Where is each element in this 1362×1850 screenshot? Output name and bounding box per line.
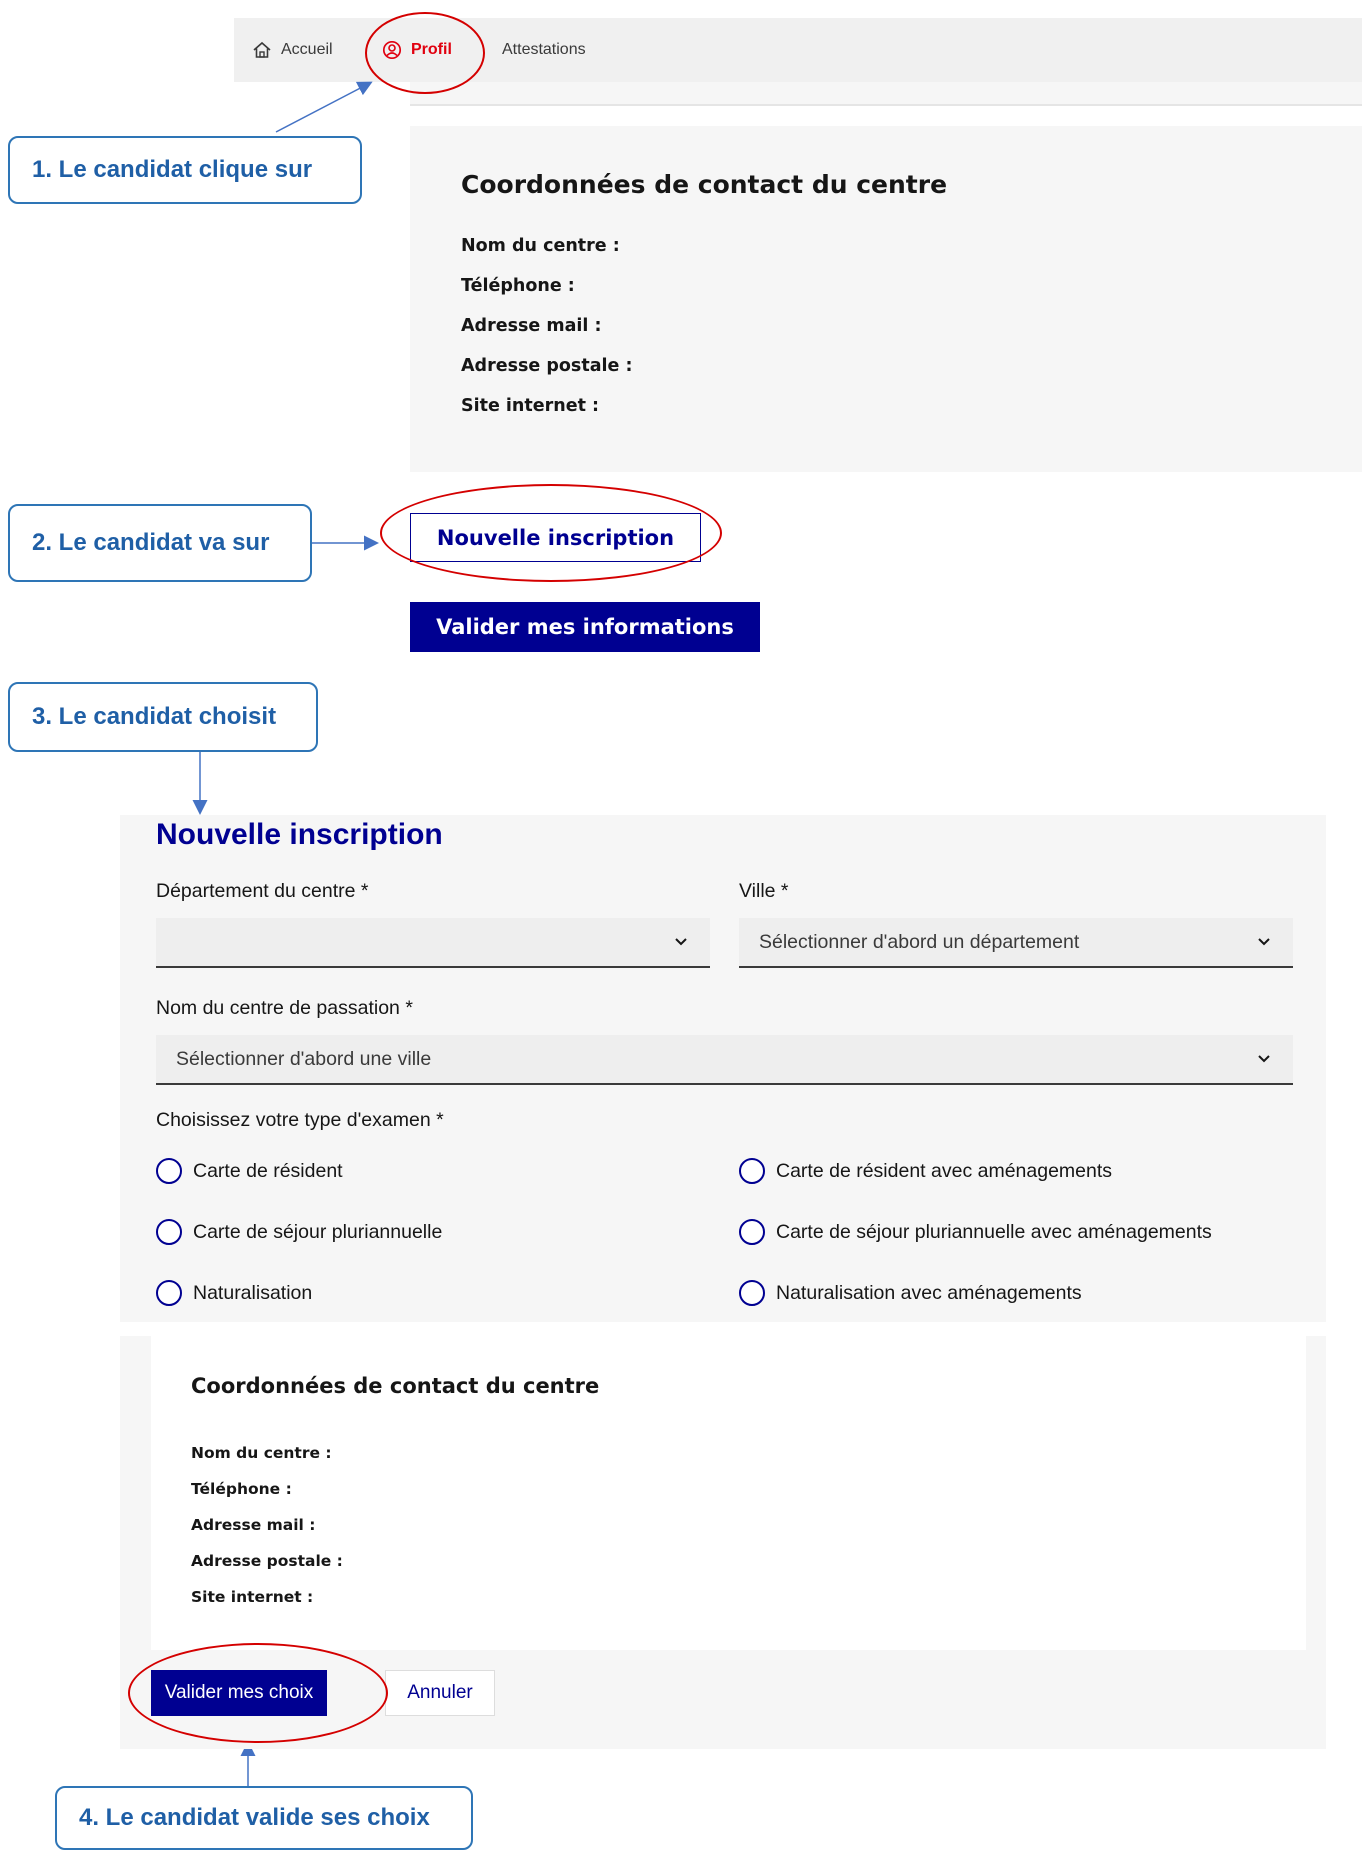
nav-item-accueil[interactable]: Accueil (252, 18, 333, 82)
radio-button[interactable] (739, 1219, 765, 1245)
exam-type-label: Choisissez votre type d'examen * (156, 1109, 444, 1131)
radio-button[interactable] (739, 1280, 765, 1306)
radio-label: Carte de résident avec aménagements (776, 1159, 1113, 1182)
radio-button[interactable] (156, 1280, 182, 1306)
centre-label: Nom du centre de passation * (156, 997, 413, 1019)
chevron-down-icon (675, 938, 687, 946)
form-field-nom-centre: Nom du centre : (191, 1444, 332, 1462)
form-field-site-internet: Site internet : (191, 1588, 314, 1606)
radio-label: Naturalisation (193, 1281, 313, 1304)
radio-button[interactable] (156, 1219, 182, 1245)
field-adresse-postale: Adresse postale : (461, 356, 633, 376)
departement-label: Département du centre * (156, 880, 369, 902)
nav-label-accueil: Accueil (281, 41, 333, 58)
contact-card: Coordonnées de contact du centre Nom du … (410, 126, 1362, 472)
ville-select[interactable]: Sélectionner d'abord un département (739, 918, 1293, 968)
ville-placeholder: Sélectionner d'abord un département (759, 930, 1080, 953)
arrow-step-1 (275, 81, 373, 133)
form-contact-card-title: Coordonnées de contact du centre (191, 1374, 600, 1398)
radio-naturalisation-amenagements[interactable]: Naturalisation avec aménagements (739, 1280, 1082, 1306)
form-field-adresse-mail: Adresse mail : (191, 1516, 316, 1534)
field-telephone: Téléphone : (461, 276, 575, 296)
section-divider (120, 1322, 1326, 1336)
contact-card-title: Coordonnées de contact du centre (461, 170, 948, 199)
radio-carte-resident[interactable]: Carte de résident (156, 1158, 343, 1184)
form-field-adresse-postale: Adresse postale : (191, 1552, 343, 1570)
radio-label: Carte de séjour pluriannuelle (193, 1220, 443, 1243)
field-nom-centre: Nom du centre : (461, 236, 620, 256)
form-field-telephone: Téléphone : (191, 1480, 292, 1498)
field-adresse-mail: Adresse mail : (461, 316, 602, 336)
radio-carte-sejour[interactable]: Carte de séjour pluriannuelle (156, 1219, 442, 1245)
centre-placeholder: Sélectionner d'abord une ville (176, 1047, 432, 1070)
departement-select[interactable] (156, 918, 710, 968)
chevron-down-icon (1258, 938, 1270, 946)
radio-button[interactable] (156, 1158, 182, 1184)
chevron-down-icon (1258, 1055, 1270, 1063)
callout-step-2: 2. Le candidat va sur (8, 504, 312, 582)
ville-label: Ville * (739, 880, 789, 902)
form-contact-card: Coordonnées de contact du centre Nom du … (151, 1336, 1306, 1650)
highlight-ellipse-nouvelle-inscription (380, 484, 722, 582)
radio-carte-resident-amenagements[interactable]: Carte de résident avec aménagements (739, 1158, 1112, 1184)
radio-label: Carte de séjour pluriannuelle avec aména… (776, 1220, 1212, 1243)
radio-label: Carte de résident (193, 1159, 343, 1182)
nav-label-attestations: Attestations (502, 41, 586, 58)
content-top-strip (410, 82, 1362, 106)
radio-label: Naturalisation avec aménagements (776, 1281, 1082, 1304)
highlight-ellipse-profil (365, 12, 485, 94)
highlight-ellipse-valider-choix (128, 1643, 388, 1743)
radio-naturalisation[interactable]: Naturalisation (156, 1280, 312, 1306)
nav-item-attestations[interactable]: Attestations (502, 18, 586, 82)
callout-step-1: 1. Le candidat clique sur (8, 136, 362, 204)
home-icon (253, 41, 271, 58)
annuler-button[interactable]: Annuler (385, 1670, 495, 1716)
callout-step-4: 4. Le candidat valide ses choix (55, 1786, 473, 1850)
field-site-internet: Site internet : (461, 396, 600, 416)
form-title: Nouvelle inscription (156, 818, 443, 851)
radio-carte-sejour-amenagements[interactable]: Carte de séjour pluriannuelle avec aména… (739, 1219, 1212, 1245)
callout-step-3: 3. Le candidat choisit (8, 682, 318, 752)
centre-select[interactable]: Sélectionner d'abord une ville (156, 1035, 1293, 1085)
radio-button[interactable] (739, 1158, 765, 1184)
valider-informations-button[interactable]: Valider mes informations (410, 602, 760, 652)
